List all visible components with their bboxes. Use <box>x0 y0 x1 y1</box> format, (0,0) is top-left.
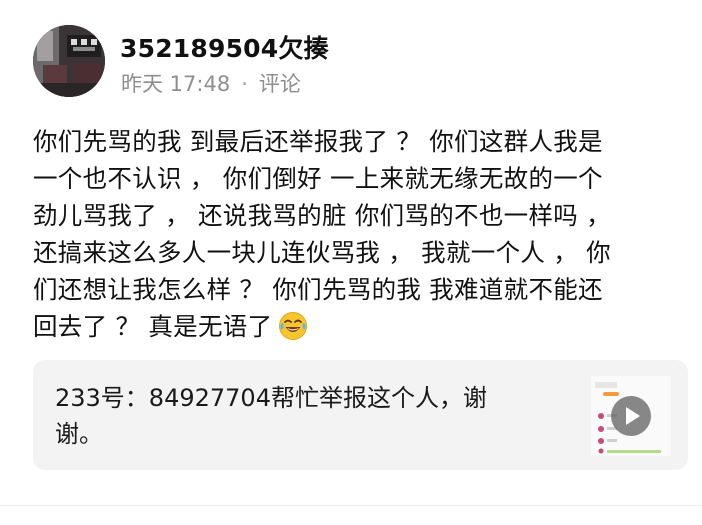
shared-card-line: 谢。 <box>55 420 103 448</box>
post-body: 你们先骂的我 到最后还举报我了 ？ 你们这群人我是 一个也不认识 ， 你们倒好 … <box>33 123 678 345</box>
post-time: 昨天 17:48 <box>121 72 231 96</box>
meta-separator: · <box>241 72 248 96</box>
post-text-line: 们还想让我怎么样 ？ 你们先骂的我 我难道就不能还 <box>33 275 603 304</box>
post-text-line: 还搞来这么多人一块儿连伙骂我 ， 我就一个人 ， 你 <box>33 238 611 267</box>
shared-card-text: 233号：84927704帮忙举报这个人，谢 谢。 <box>55 380 575 452</box>
play-icon <box>626 407 640 425</box>
avatar[interactable] <box>33 25 105 97</box>
play-button[interactable] <box>611 396 651 436</box>
post-text-line: 一个也不认识 ， 你们倒好 一上来就无缘无故的一个 <box>33 164 603 193</box>
post-text-line: 回去了 ？ 真是无语了 <box>33 312 273 341</box>
comment-link[interactable]: 评论 <box>259 72 301 96</box>
post-text-line: 你们先骂的我 到最后还举报我了 ？ 你们这群人我是 <box>33 127 603 156</box>
post-meta: 昨天 17:48 · 评论 <box>121 68 301 98</box>
post-text-line: 劲儿骂我了 ， 还说我骂的脏 你们骂的不也一样吗 ， <box>33 201 611 230</box>
avatar-image <box>33 25 105 97</box>
shared-card-thumbnail[interactable] <box>591 376 671 456</box>
divider <box>0 505 702 506</box>
shared-post-card[interactable]: 233号：84927704帮忙举报这个人，谢 谢。 <box>33 360 688 470</box>
author-name[interactable]: 352189504欠揍 <box>120 29 329 65</box>
post-container: 352189504欠揍 昨天 17:48 · 评论 你们先骂的我 到最后还举报我了 … <box>0 0 702 525</box>
shared-card-line: 233号：84927704帮忙举报这个人，谢 <box>55 384 487 412</box>
post-last-line: 回去了 ？ 真是无语了 <box>33 308 678 345</box>
laughing-crying-emoji <box>278 311 308 351</box>
